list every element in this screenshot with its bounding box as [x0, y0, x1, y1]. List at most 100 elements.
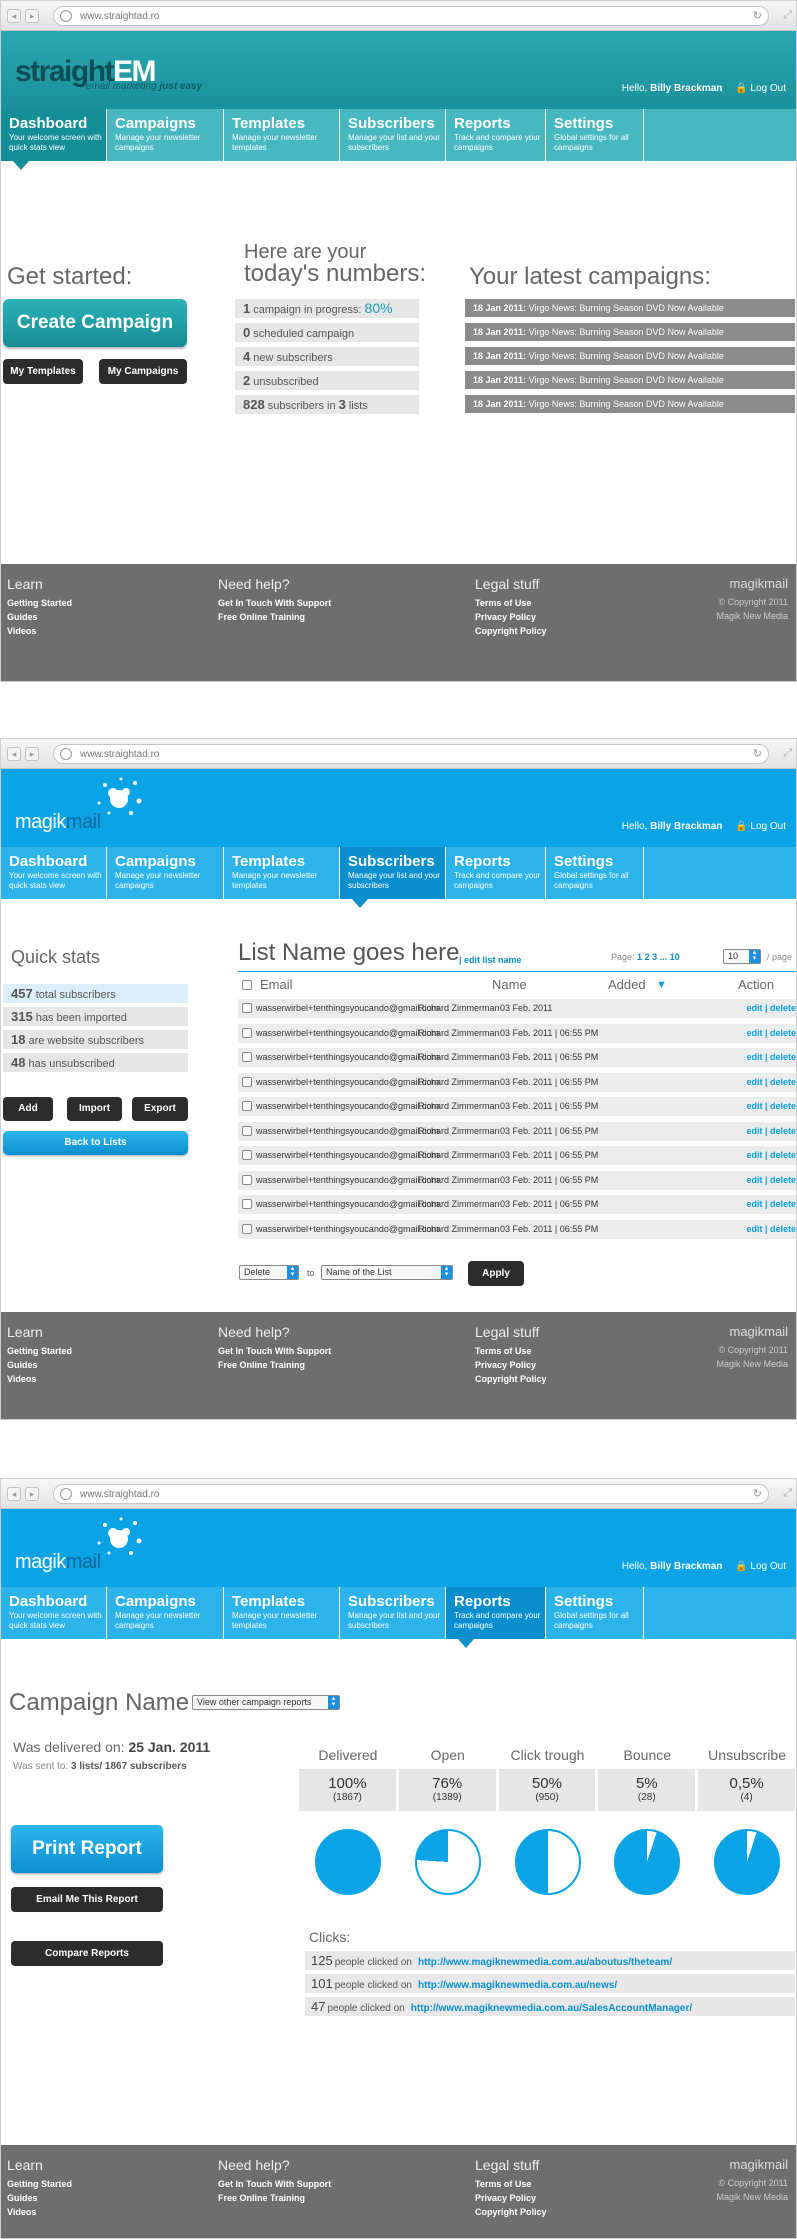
address-bar[interactable]: www.straightad.ro ↻	[53, 6, 769, 26]
footer-link[interactable]: Copyright Policy	[475, 1372, 547, 1386]
expand-icon[interactable]: ⤢	[783, 1487, 792, 1500]
footer-link[interactable]: Guides	[7, 2191, 72, 2205]
footer-link[interactable]: Guides	[7, 610, 72, 624]
row-checkbox[interactable]	[242, 1027, 252, 1038]
forward-icon[interactable]: ▸	[25, 747, 39, 761]
footer-link[interactable]: Videos	[7, 1372, 72, 1386]
tab-subscribers[interactable]: Subscribers Manage your list and your sub…	[340, 1587, 446, 1639]
tab-settings[interactable]: Settings Global settings for all campaign…	[546, 847, 644, 899]
campaign-row[interactable]: 18 Jan 2011: Virgo News: Burning Season …	[465, 371, 795, 389]
expand-icon[interactable]: ⤢	[783, 9, 792, 22]
row-actions[interactable]: edit | delete	[746, 1122, 796, 1141]
forward-icon[interactable]: ▸	[25, 1487, 39, 1501]
back-icon[interactable]: ◂	[7, 1487, 21, 1501]
logout-link[interactable]: Log Out	[750, 83, 786, 94]
add-button[interactable]: Add	[3, 1097, 53, 1121]
tab-campaigns[interactable]: Campaigns Manage your newsletter campaign…	[107, 1587, 224, 1639]
my-campaigns-button[interactable]: My Campaigns	[99, 359, 187, 384]
campaign-row[interactable]: 18 Jan 2011: Virgo News: Burning Season …	[465, 323, 795, 341]
export-button[interactable]: Export	[132, 1097, 188, 1121]
page-link[interactable]: 3	[652, 952, 657, 962]
back-to-lists-button[interactable]: Back to Lists	[3, 1131, 188, 1155]
footer-link[interactable]: Terms of Use	[475, 2177, 547, 2191]
tab-campaigns[interactable]: Campaigns Manage your newsletter campaign…	[107, 109, 224, 161]
footer-link[interactable]: Free Online Training	[218, 1358, 331, 1372]
tab-reports[interactable]: Reports Track and compare your campaigns	[446, 847, 546, 899]
row-actions[interactable]: edit | delete	[746, 999, 796, 1018]
footer-link[interactable]: Free Online Training	[218, 2191, 331, 2205]
tab-dashboard[interactable]: Dashboard Your welcome screen with quick …	[1, 1587, 107, 1639]
row-actions[interactable]: edit | delete	[746, 1195, 796, 1214]
footer-link[interactable]: Privacy Policy	[475, 610, 547, 624]
tab-templates[interactable]: Templates Manage your newsletter template…	[224, 847, 340, 899]
row-checkbox[interactable]	[242, 1003, 252, 1013]
logout-link[interactable]: Log Out	[750, 821, 786, 832]
logout-link[interactable]: Log Out	[750, 1561, 786, 1572]
row-actions[interactable]: edit | delete	[746, 1097, 796, 1116]
forward-icon[interactable]: ▸	[25, 9, 39, 23]
per-page-select[interactable]: 10 ▴ ▾	[723, 949, 761, 964]
footer-link[interactable]: Get In Touch With Support	[218, 1344, 331, 1358]
footer-link[interactable]: Getting Started	[7, 596, 72, 610]
tab-settings[interactable]: Settings Global settings for all campaign…	[546, 109, 644, 161]
create-campaign-button[interactable]: Create Campaign	[3, 299, 187, 347]
tab-dashboard[interactable]: Dashboard Your welcome screen with quick …	[1, 847, 107, 899]
address-bar[interactable]: www.straightad.ro ↻	[53, 1484, 769, 1504]
footer-link[interactable]: Getting Started	[7, 2177, 72, 2191]
click-url-link[interactable]: http://www.magiknewmedia.com.au/news/	[418, 1980, 617, 1991]
compare-reports-button[interactable]: Compare Reports	[11, 1941, 163, 1966]
row-actions[interactable]: edit | delete	[746, 1024, 796, 1043]
footer-link[interactable]: Privacy Policy	[475, 2191, 547, 2205]
row-checkbox[interactable]	[242, 1125, 252, 1136]
print-report-button[interactable]: Print Report	[11, 1825, 163, 1873]
email-report-button[interactable]: Email Me This Report	[11, 1887, 163, 1912]
sort-desc-icon[interactable]: ▼	[656, 979, 667, 991]
footer-link[interactable]: Terms of Use	[475, 596, 547, 610]
click-url-link[interactable]: http://www.magiknewmedia.com.au/aboutus/…	[418, 1957, 672, 1968]
select-all-checkbox[interactable]	[242, 980, 252, 990]
row-actions[interactable]: edit | delete	[746, 1220, 796, 1239]
footer-link[interactable]: Terms of Use	[475, 1344, 547, 1358]
apply-button[interactable]: Apply	[468, 1261, 524, 1286]
click-url-link[interactable]: http://www.magiknewmedia.com.au/SalesAcc…	[411, 2003, 692, 2014]
address-bar[interactable]: www.straightad.ro ↻	[53, 744, 769, 764]
page-link[interactable]: 10	[670, 952, 680, 962]
row-actions[interactable]: edit | delete	[746, 1073, 796, 1092]
tab-templates[interactable]: Templates Manage your newsletter template…	[224, 1587, 340, 1639]
tab-templates[interactable]: Templates Manage your newsletter template…	[224, 109, 340, 161]
row-checkbox[interactable]	[242, 1052, 252, 1062]
footer-link[interactable]: Videos	[7, 2205, 72, 2219]
footer-link[interactable]: Guides	[7, 1358, 72, 1372]
campaign-row[interactable]: 18 Jan 2011: Virgo News: Burning Season …	[465, 347, 795, 365]
footer-link[interactable]: Getting Started	[7, 1344, 72, 1358]
footer-link[interactable]: Copyright Policy	[475, 624, 547, 638]
tab-settings[interactable]: Settings Global settings for all campaign…	[546, 1587, 644, 1639]
col-added[interactable]: Added	[608, 977, 646, 992]
my-templates-button[interactable]: My Templates	[3, 359, 83, 384]
row-checkbox[interactable]	[242, 1199, 252, 1209]
footer-link[interactable]: Videos	[7, 624, 72, 638]
row-checkbox[interactable]	[242, 1174, 252, 1185]
row-checkbox[interactable]	[242, 1101, 252, 1111]
campaign-row[interactable]: 18 Jan 2011: Virgo News: Burning Season …	[465, 299, 795, 317]
back-icon[interactable]: ◂	[7, 747, 21, 761]
reload-icon[interactable]: ↻	[753, 747, 762, 760]
tab-campaigns[interactable]: Campaigns Manage your newsletter campaign…	[107, 847, 224, 899]
footer-link[interactable]: Get In Touch With Support	[218, 596, 331, 610]
footer-link[interactable]: Get In Touch With Support	[218, 2177, 331, 2191]
tab-dashboard[interactable]: Dashboard Your welcome screen with quick …	[1, 109, 107, 170]
footer-link[interactable]: Privacy Policy	[475, 1358, 547, 1372]
tab-reports[interactable]: Reports Track and compare your campaigns	[446, 109, 546, 161]
tab-subscribers[interactable]: Subscribers Manage your list and your sub…	[340, 847, 446, 908]
import-button[interactable]: Import	[67, 1097, 122, 1121]
reload-icon[interactable]: ↻	[753, 9, 762, 22]
row-actions[interactable]: edit | delete	[746, 1048, 796, 1067]
expand-icon[interactable]: ⤢	[783, 747, 792, 760]
tab-subscribers[interactable]: Subscribers Manage your list and your sub…	[340, 109, 446, 161]
reload-icon[interactable]: ↻	[753, 1487, 762, 1500]
footer-link[interactable]: Free Online Training	[218, 610, 331, 624]
back-icon[interactable]: ◂	[7, 9, 21, 23]
footer-link[interactable]: Copyright Policy	[475, 2205, 547, 2219]
row-actions[interactable]: edit | delete	[746, 1146, 796, 1165]
page-link[interactable]: 1	[637, 952, 642, 962]
